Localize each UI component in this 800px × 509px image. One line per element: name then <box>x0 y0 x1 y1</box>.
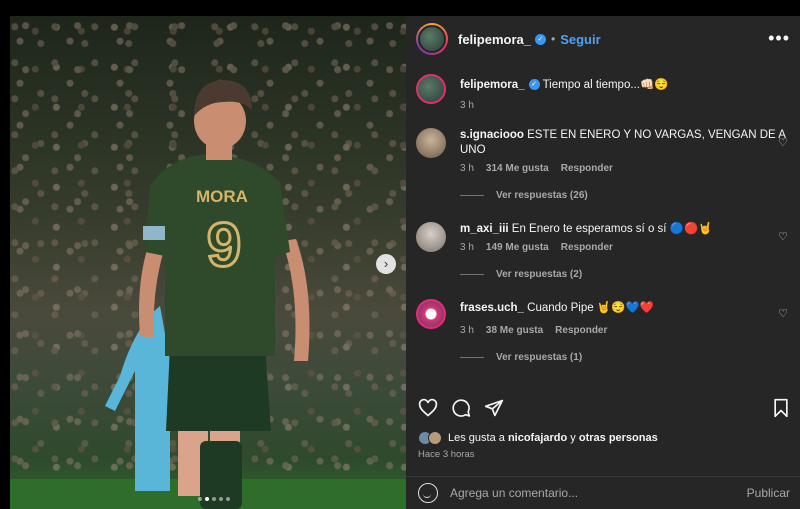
comment-time: 3 h <box>460 242 474 253</box>
heart-icon[interactable]: ♡ <box>778 307 788 320</box>
comment-item: s.ignaciooo ESTE EN ENERO Y NO VARGAS, V… <box>416 128 788 201</box>
likes-middle: y <box>567 432 579 444</box>
heart-icon[interactable] <box>418 398 438 418</box>
post-header: felipemora_ ✓ • Seguir ••• <box>406 16 800 62</box>
comment-time: 3 h <box>460 325 474 336</box>
jersey-name: MORA <box>196 187 248 206</box>
likes-user[interactable]: nicofajardo <box>508 432 567 444</box>
more-icon[interactable]: ••• <box>768 28 790 49</box>
publish-button[interactable]: Publicar <box>747 486 790 500</box>
caption-text: Tiempo al tiempo... <box>542 79 640 91</box>
comment-composer: Publicar <box>406 476 800 509</box>
comment-text: En Enero te esperamos sí o sí 🔵🔴🤘 <box>511 223 713 235</box>
comment-time: 3 h <box>460 163 474 174</box>
author-username[interactable]: felipemora_ <box>458 32 531 47</box>
avatar <box>428 431 442 445</box>
carousel-dot[interactable] <box>205 497 209 501</box>
verified-badge-icon: ✓ <box>528 79 540 91</box>
separator: • <box>550 32 556 46</box>
comment-likes[interactable]: 314 Me gusta <box>486 163 549 174</box>
comments-list: felipemora_ ✓ Tiempo al tiempo...👊🏻😌 3 h … <box>406 72 800 388</box>
avatar[interactable] <box>416 222 446 252</box>
caption-emoji: 👊🏻😌 <box>639 79 669 91</box>
heart-icon[interactable]: ♡ <box>778 136 788 149</box>
chevron-right-icon[interactable]: › <box>376 254 396 274</box>
caption-time: 3 h <box>460 100 474 111</box>
comment-username[interactable]: s.ignaciooo <box>460 129 524 141</box>
comment-item: frases.uch_ Cuando Pipe 🤘😌💙❤️ 3 h 38 Me g… <box>416 299 788 363</box>
comment-input[interactable] <box>450 486 747 500</box>
emoji-icon[interactable] <box>418 483 438 503</box>
comment-username[interactable]: m_axi_iii <box>460 223 509 235</box>
carousel-dot[interactable] <box>219 497 223 501</box>
view-replies-button[interactable]: Ver respuestas (1) <box>460 352 788 363</box>
share-icon[interactable] <box>484 398 504 418</box>
likes-summary: Les gusta a nicofajardo y otras personas <box>418 431 658 445</box>
heart-icon[interactable]: ♡ <box>778 230 788 243</box>
reply-button[interactable]: Responder <box>555 325 607 336</box>
action-bar <box>418 396 790 420</box>
carousel-dot[interactable] <box>198 497 202 501</box>
post-timestamp: Hace 3 horas <box>418 449 475 460</box>
author-avatar[interactable] <box>416 23 448 55</box>
comment-likes[interactable]: 38 Me gusta <box>486 325 543 336</box>
avatar[interactable] <box>416 128 446 158</box>
player-illustration: MORA 9 <box>105 80 310 509</box>
carousel-dots <box>198 497 230 501</box>
view-replies-button[interactable]: Ver respuestas (2) <box>460 269 788 280</box>
comment-text: Cuando Pipe 🤘😌💙❤️ <box>527 302 655 314</box>
jersey-number: 9 <box>207 211 241 280</box>
likes-prefix: Les gusta a <box>448 432 508 444</box>
reply-button[interactable]: Responder <box>561 242 613 253</box>
post-photo: MORA 9 › <box>10 16 406 509</box>
reply-button[interactable]: Responder <box>561 163 613 174</box>
verified-badge-icon: ✓ <box>534 33 546 45</box>
avatar[interactable] <box>416 299 446 329</box>
comment-username[interactable]: frases.uch_ <box>460 302 524 314</box>
bookmark-icon[interactable] <box>772 398 790 418</box>
post-panel: felipemora_ ✓ • Seguir ••• felipemora_ ✓ … <box>406 16 800 509</box>
follow-button[interactable]: Seguir <box>560 32 600 47</box>
comment-likes[interactable]: 149 Me gusta <box>486 242 549 253</box>
view-replies-button[interactable]: Ver respuestas (26) <box>460 190 788 201</box>
caption: felipemora_ ✓ Tiempo al tiempo...👊🏻😌 3 h <box>416 74 788 111</box>
carousel-dot[interactable] <box>212 497 216 501</box>
comment-icon[interactable] <box>451 398 471 418</box>
comment-item: m_axi_iii En Enero te esperamos sí o sí … <box>416 222 788 280</box>
avatar[interactable] <box>416 74 446 104</box>
caption-username[interactable]: felipemora_ <box>460 79 525 91</box>
carousel-dot[interactable] <box>226 497 230 501</box>
likes-others[interactable]: otras personas <box>579 432 658 444</box>
